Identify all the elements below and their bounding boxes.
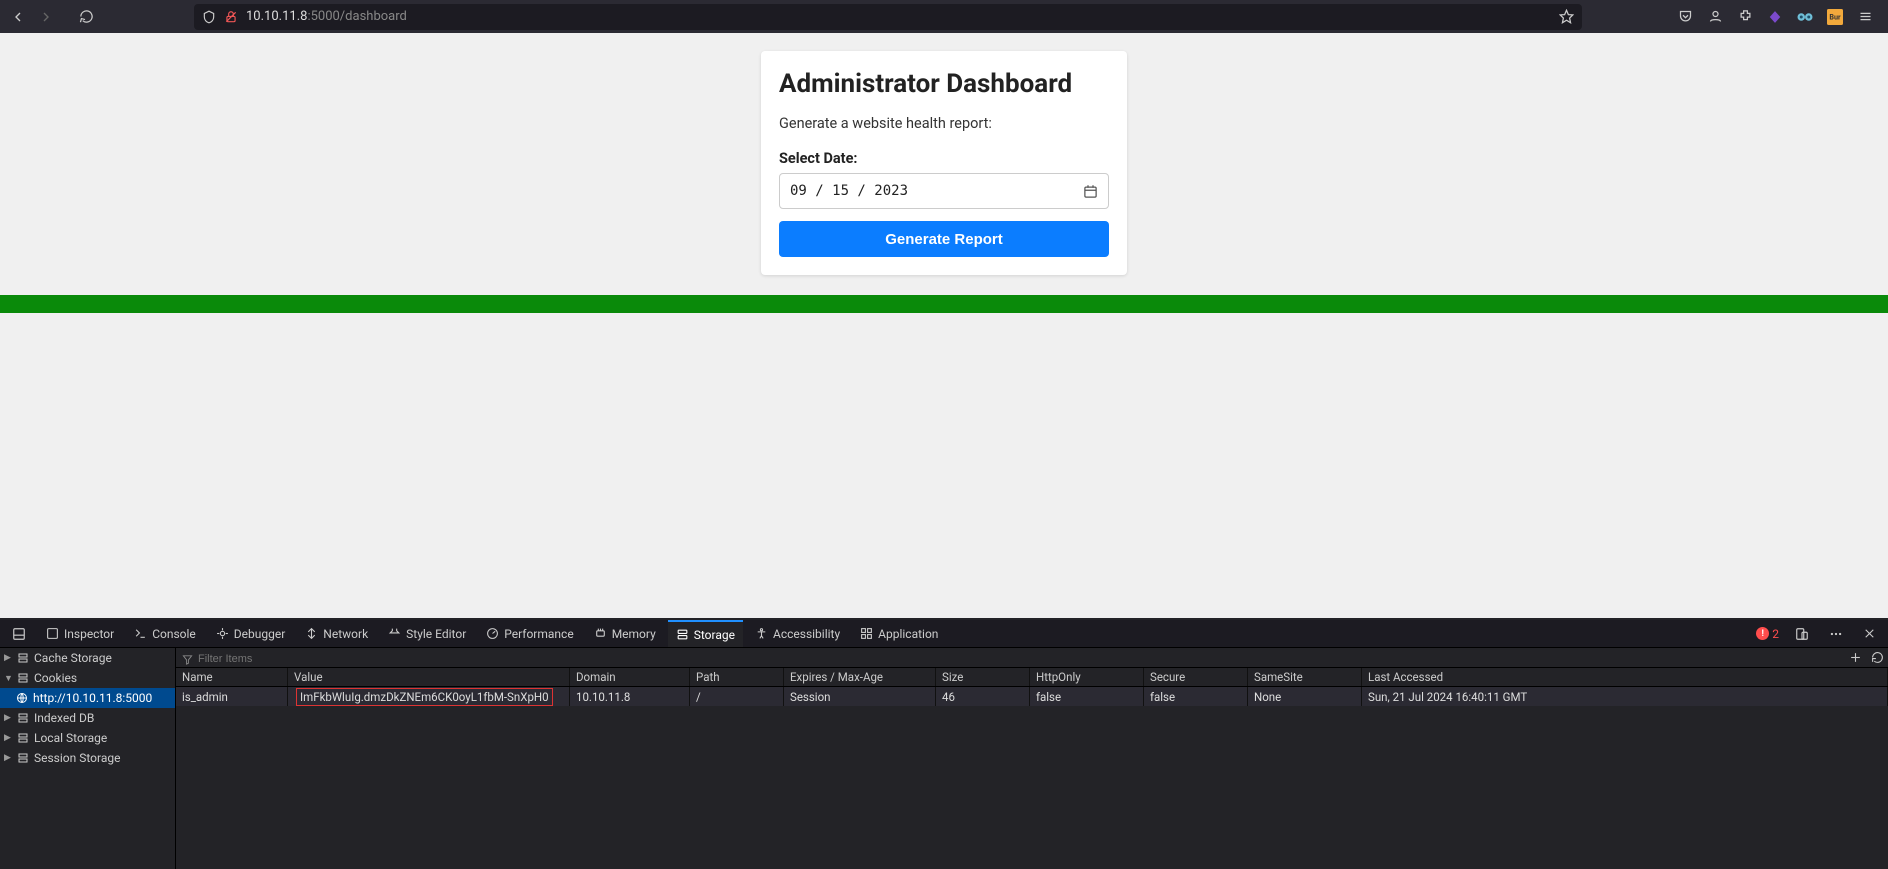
ext-eyes-icon[interactable] bbox=[1796, 11, 1814, 23]
tree-cache-storage[interactable]: ▶Cache Storage bbox=[0, 648, 175, 668]
col-expires[interactable]: Expires / Max-Age bbox=[784, 668, 936, 686]
filter-input[interactable] bbox=[176, 653, 340, 665]
col-httponly[interactable]: HttpOnly bbox=[1030, 668, 1144, 686]
extensions-icon[interactable] bbox=[1736, 9, 1754, 24]
menu-icon[interactable] bbox=[1856, 9, 1874, 24]
table-row[interactable]: is_admin ImFkbWluIg.dmzDkZNEm6CK0oyL1fbM… bbox=[176, 687, 1888, 706]
col-domain[interactable]: Domain bbox=[570, 668, 690, 686]
tree-indexed-db[interactable]: ▶Indexed DB bbox=[0, 708, 175, 728]
add-item-icon[interactable] bbox=[1844, 651, 1866, 664]
address-bar[interactable]: 10.10.11.8:5000/dashboard bbox=[194, 4, 1582, 30]
page-content: Administrator Dashboard Generate a websi… bbox=[0, 33, 1888, 618]
page-subtitle: Generate a website health report: bbox=[779, 115, 1109, 132]
tab-application[interactable]: Application bbox=[852, 620, 946, 647]
cell-expires: Session bbox=[784, 687, 936, 706]
tab-inspector[interactable]: Inspector bbox=[38, 620, 122, 647]
account-icon[interactable] bbox=[1706, 9, 1724, 24]
generate-report-button[interactable]: Generate Report bbox=[779, 221, 1109, 257]
tab-style-editor[interactable]: Style Editor bbox=[380, 620, 474, 647]
bookmark-star-icon[interactable] bbox=[1559, 9, 1574, 24]
tab-memory[interactable]: Memory bbox=[586, 620, 664, 647]
date-value: 09 / 15 / 2023 bbox=[790, 183, 908, 199]
error-count[interactable]: !2 bbox=[1752, 627, 1783, 641]
cell-name: is_admin bbox=[176, 687, 288, 706]
tree-session-storage[interactable]: ▶Session Storage bbox=[0, 748, 175, 768]
date-input[interactable]: 09 / 15 / 2023 bbox=[779, 173, 1109, 209]
table-header: Name Value Domain Path Expires / Max-Age… bbox=[176, 668, 1888, 687]
ext-purple-icon[interactable] bbox=[1766, 10, 1784, 24]
tab-network[interactable]: Network bbox=[297, 620, 376, 647]
col-value[interactable]: Value bbox=[288, 668, 570, 686]
col-size[interactable]: Size bbox=[936, 668, 1030, 686]
col-name[interactable]: Name bbox=[176, 668, 288, 686]
insecure-lock-icon bbox=[224, 10, 238, 24]
tab-console[interactable]: Console bbox=[126, 620, 204, 647]
tree-cookie-host[interactable]: http://10.10.11.8:5000 bbox=[0, 688, 175, 708]
col-path[interactable]: Path bbox=[690, 668, 784, 686]
back-button[interactable] bbox=[8, 9, 28, 25]
storage-tree: ▶Cache Storage ▼Cookies http://10.10.11.… bbox=[0, 648, 176, 869]
shield-icon bbox=[202, 10, 216, 24]
tree-local-storage[interactable]: ▶Local Storage bbox=[0, 728, 175, 748]
refresh-items-icon[interactable] bbox=[1866, 651, 1888, 664]
cell-httponly: false bbox=[1030, 687, 1144, 706]
reload-button[interactable] bbox=[76, 9, 96, 24]
svg-text:Bur: Bur bbox=[1829, 12, 1841, 21]
forward-button[interactable] bbox=[36, 9, 56, 25]
cell-samesite: None bbox=[1248, 687, 1362, 706]
date-label: Select Date: bbox=[779, 150, 1109, 167]
ext-burp-icon[interactable]: Bur bbox=[1826, 9, 1844, 25]
tree-cookies[interactable]: ▼Cookies bbox=[0, 668, 175, 688]
tab-accessibility[interactable]: Accessibility bbox=[747, 620, 848, 647]
responsive-mode-icon[interactable] bbox=[1787, 620, 1817, 647]
cell-size: 46 bbox=[936, 687, 1030, 706]
storage-main: Name Value Domain Path Expires / Max-Age… bbox=[176, 648, 1888, 869]
cell-secure: false bbox=[1144, 687, 1248, 706]
pocket-icon[interactable] bbox=[1676, 9, 1694, 24]
browser-toolbar: 10.10.11.8:5000/dashboard Bur bbox=[0, 0, 1888, 33]
col-secure[interactable]: Secure bbox=[1144, 668, 1248, 686]
page-title: Administrator Dashboard bbox=[779, 69, 1109, 99]
devtools-panel: Inspector Console Debugger Network Style… bbox=[0, 618, 1888, 869]
dashboard-card: Administrator Dashboard Generate a websi… bbox=[761, 51, 1127, 275]
tab-storage[interactable]: Storage bbox=[668, 620, 743, 647]
url-text: 10.10.11.8:5000/dashboard bbox=[246, 9, 1551, 24]
meatball-menu-icon[interactable] bbox=[1821, 620, 1851, 647]
status-bar bbox=[0, 295, 1888, 313]
close-devtools-icon[interactable] bbox=[1855, 620, 1884, 647]
cell-last-accessed: Sun, 21 Jul 2024 16:40:11 GMT bbox=[1362, 687, 1888, 706]
tab-debugger[interactable]: Debugger bbox=[208, 620, 294, 647]
filter-bar bbox=[176, 648, 1888, 668]
dock-side-icon[interactable] bbox=[4, 620, 34, 647]
calendar-icon[interactable] bbox=[1083, 184, 1098, 199]
col-samesite[interactable]: SameSite bbox=[1248, 668, 1362, 686]
devtools-tabs: Inspector Console Debugger Network Style… bbox=[0, 620, 1888, 648]
toolbar-right: Bur bbox=[1670, 9, 1880, 25]
filter-icon bbox=[182, 654, 193, 665]
cell-domain: 10.10.11.8 bbox=[570, 687, 690, 706]
cell-path: / bbox=[690, 687, 784, 706]
col-last-accessed[interactable]: Last Accessed bbox=[1362, 668, 1888, 686]
tab-performance[interactable]: Performance bbox=[478, 620, 581, 647]
cell-value: ImFkbWluIg.dmzDkZNEm6CK0oyL1fbM-SnXpH0 bbox=[288, 687, 570, 706]
